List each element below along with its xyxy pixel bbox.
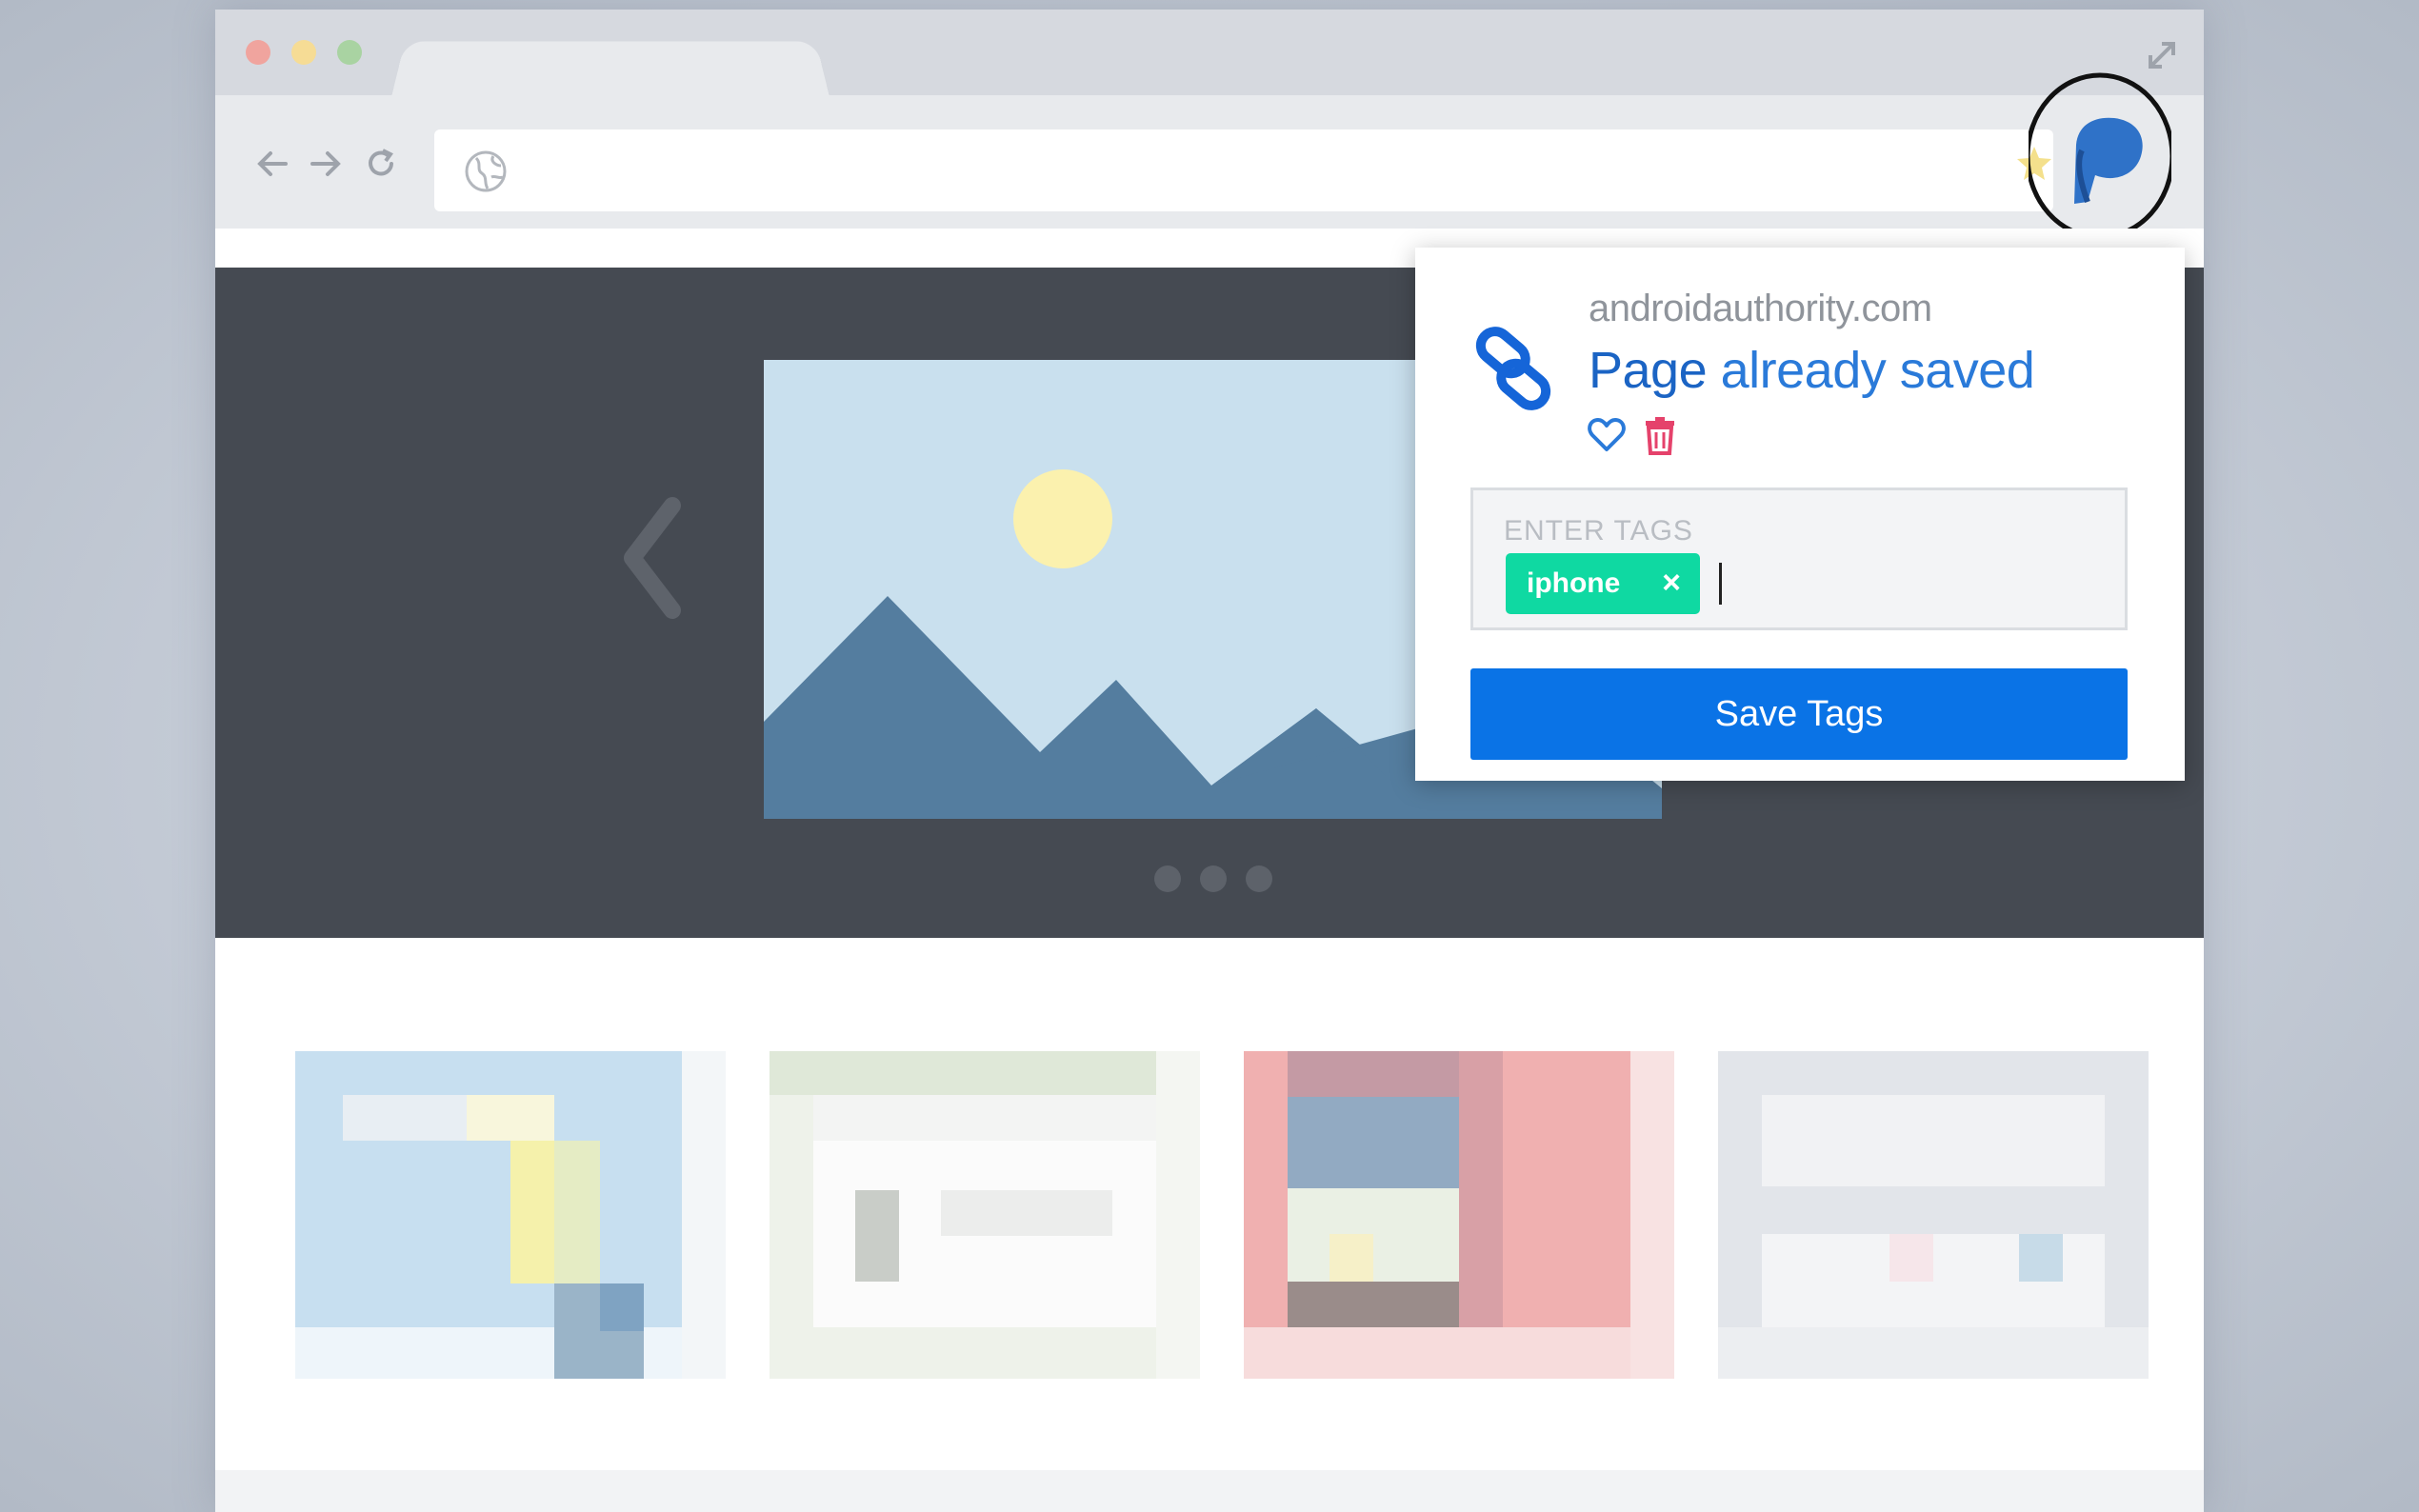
title-bar [215, 10, 2204, 97]
save-status-word: Page [1589, 342, 1708, 399]
tags-input-label: ENTER TAGS [1504, 515, 1693, 547]
thumbnail-3[interactable] [1244, 1051, 1674, 1379]
carousel-dot-1[interactable] [1154, 865, 1181, 892]
arrow-left-icon[interactable] [253, 145, 291, 183]
pocket-extension-button[interactable] [2029, 69, 2171, 229]
link-icon [1475, 327, 1551, 410]
reload-icon[interactable] [362, 145, 400, 183]
tags-input[interactable]: ENTER TAGS iphone × [1470, 487, 2128, 630]
thumbnail-row [295, 1051, 2149, 1379]
carousel-dot-3[interactable] [1246, 865, 1272, 892]
tag-chip-label: iphone [1527, 567, 1621, 599]
minimize-window-button[interactable] [291, 40, 316, 65]
tag-remove-icon[interactable]: × [1662, 565, 1681, 602]
carousel-dot-2[interactable] [1200, 865, 1227, 892]
save-tags-button[interactable]: Save Tags [1470, 668, 2128, 760]
chevron-left-icon[interactable] [606, 487, 691, 629]
globe-icon [465, 150, 507, 192]
browser-tab[interactable] [391, 41, 830, 97]
browser-toolbar [215, 95, 2204, 229]
tag-chip-iphone: iphone × [1506, 553, 1700, 614]
page-footer [215, 1470, 2204, 1512]
saved-page-domain: androidauthority.com [1589, 288, 1932, 329]
arrow-right-icon[interactable] [307, 145, 345, 183]
trash-icon[interactable] [1642, 415, 1678, 455]
save-popup: androidauthority.com Page already saved … [1415, 248, 2185, 781]
thumbnail-2[interactable] [770, 1051, 1200, 1379]
maximize-window-button[interactable] [337, 40, 362, 65]
thumbnail-4[interactable] [1718, 1051, 2149, 1379]
save-status-rest: already saved [1707, 342, 2035, 399]
close-window-button[interactable] [246, 40, 270, 65]
heart-icon[interactable] [1587, 415, 1627, 455]
save-status: Page already saved [1589, 341, 2035, 400]
address-bar[interactable] [434, 129, 2053, 211]
thumbnail-1[interactable] [295, 1051, 726, 1379]
text-caret [1719, 563, 1722, 605]
